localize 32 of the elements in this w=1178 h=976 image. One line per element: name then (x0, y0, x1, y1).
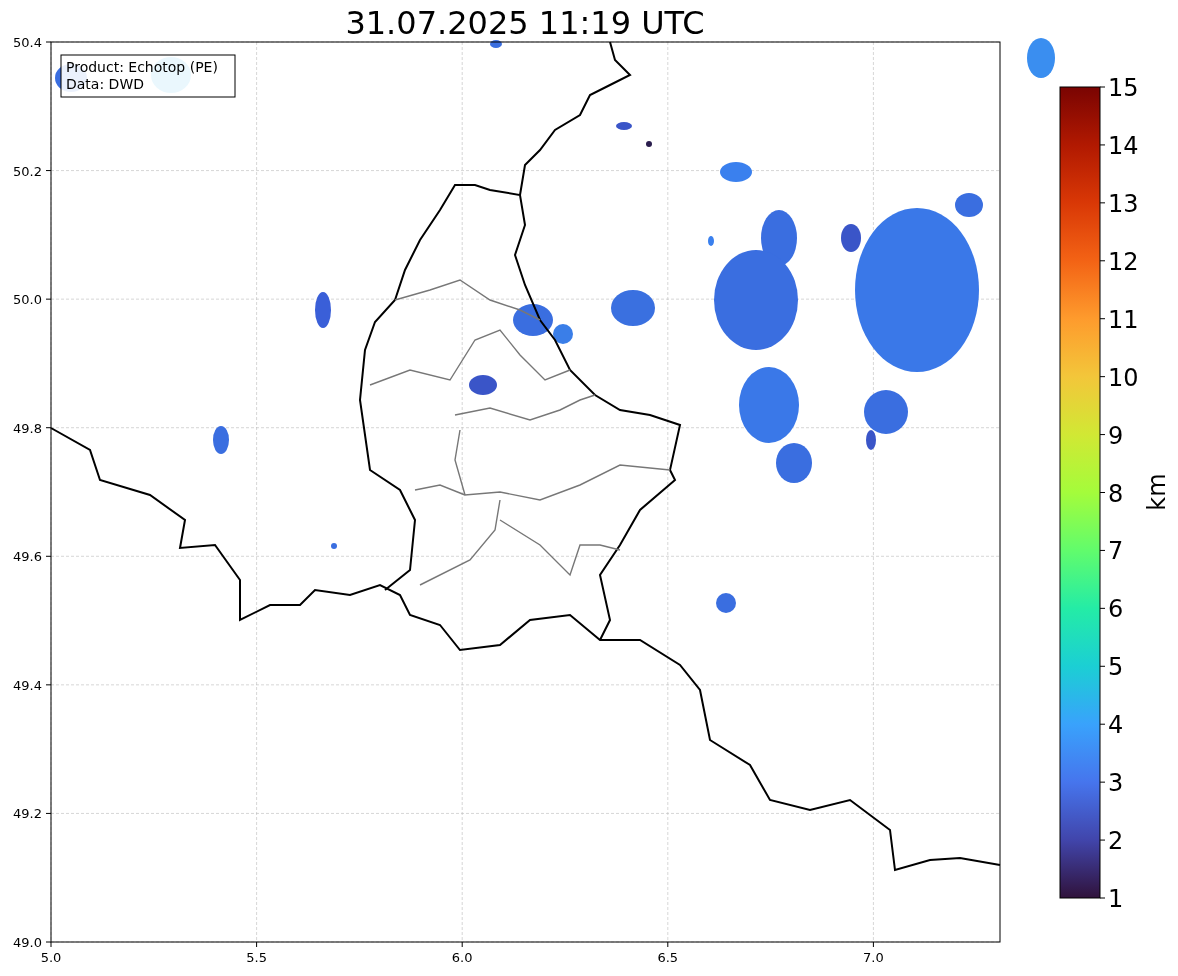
colorbar-tick-label: 14 (1108, 131, 1139, 160)
colorbar-tick-label: 9 (1108, 421, 1124, 450)
legend-text: Data: DWD (66, 76, 144, 92)
x-tick-label: 5.0 (40, 950, 62, 965)
y-tick-label: 50.0 (13, 292, 42, 308)
colorbar-tick-label: 10 (1108, 363, 1139, 392)
colorbar-tick-label: 12 (1108, 247, 1139, 276)
y-tick-label: 49.8 (13, 420, 42, 436)
colorbar-tick-label: 1 (1108, 885, 1124, 913)
colorbar-tick-label: 7 (1108, 537, 1124, 566)
y-tick-label: 49.2 (13, 806, 42, 822)
colorbar-tick-label: 15 (1108, 74, 1139, 102)
colorbar-tick-label: 4 (1108, 711, 1124, 740)
y-tick-label: 49.4 (13, 677, 42, 693)
x-tick-label: 6.5 (657, 950, 679, 965)
x-tick-label: 5.5 (246, 950, 267, 965)
x-tick-label: 7.0 (863, 950, 884, 965)
colorbar-tick-label: 5 (1108, 653, 1124, 682)
colorbar-tick-label: 3 (1108, 769, 1124, 798)
colorbar-tick-label: 8 (1108, 479, 1124, 508)
y-tick-label: 50.4 (13, 35, 42, 50)
colorbar-tick-label: 11 (1108, 305, 1139, 334)
colorbar-tick-label: 2 (1108, 827, 1124, 856)
colorbar-tick-label: 6 (1108, 595, 1124, 624)
y-tick-label: 49.6 (13, 549, 42, 565)
colorbar-tick-label: 13 (1108, 189, 1139, 218)
y-tick-label: 50.2 (13, 163, 42, 179)
chart-title: 31.07.2025 11:19 UTC (345, 4, 705, 42)
colorbar-label: km (1143, 473, 1171, 511)
x-tick-label: 6.0 (451, 950, 473, 965)
legend-text: Product: Echotop (PE) (66, 59, 218, 75)
y-tick-label: 49.0 (13, 935, 42, 950)
